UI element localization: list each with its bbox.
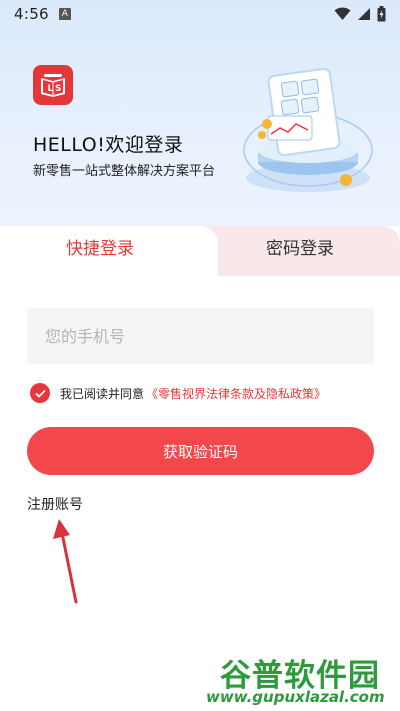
svg-text:S: S — [55, 84, 61, 94]
welcome-title: HELLO!欢迎登录 — [33, 134, 184, 156]
svg-text:L: L — [48, 84, 54, 94]
agreement-link[interactable]: 《零售视界法律条款及隐私政策》 — [146, 385, 326, 402]
annotation-arrow-icon — [53, 519, 78, 604]
check-icon — [34, 389, 46, 398]
app-logo: L S — [33, 65, 73, 105]
battery-icon — [377, 6, 386, 22]
agreement-checkbox[interactable] — [30, 383, 50, 403]
agreement-row: 我已阅读并同意 《零售视界法律条款及隐私政策》 — [30, 382, 326, 404]
agreement-text: 我已阅读并同意 — [60, 386, 145, 401]
watermark-url: www.gupuxlazal.com — [206, 688, 385, 706]
status-time: 4:56 — [14, 5, 49, 23]
tagline: 新零售一站式整体解决方案平台 — [33, 164, 216, 179]
get-code-button[interactable]: 获取验证码 — [27, 427, 374, 475]
wifi-icon — [334, 7, 351, 20]
tab-quick-login[interactable]: 快捷登录 — [0, 234, 200, 259]
status-bar: 4:56 A — [0, 0, 400, 28]
status-icons — [334, 6, 386, 22]
tab-password-login[interactable]: 密码登录 — [200, 234, 400, 259]
hero-illustration — [243, 67, 373, 192]
phone-input[interactable] — [27, 308, 374, 364]
register-link[interactable]: 注册账号 — [27, 494, 83, 514]
watermark: 谷普软件园 www.gupuxlazal.com — [206, 650, 396, 708]
signal-icon — [358, 8, 370, 20]
notification-badge: A — [58, 8, 71, 20]
